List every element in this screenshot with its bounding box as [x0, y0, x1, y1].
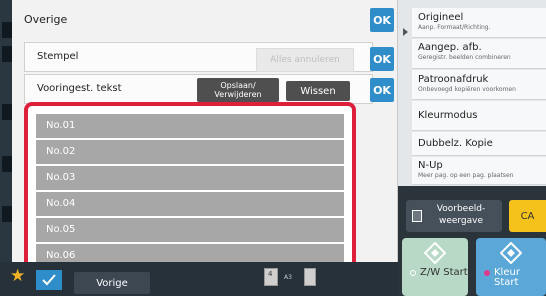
- bw-start-button[interactable]: Z/W Start: [402, 238, 468, 296]
- preset-list: No.01 No.02 No.03 No.04 No.05 No.06: [24, 102, 356, 274]
- chevron-right-icon: [403, 28, 408, 36]
- start-diamond-icon: [424, 242, 446, 264]
- start-diamond-icon: [500, 242, 522, 264]
- checkmark-icon: [42, 274, 56, 286]
- preview-button[interactable]: Voorbeeld-weergave: [406, 200, 502, 232]
- color-start-label: Kleur Start: [494, 267, 520, 288]
- menu-item-subtitle: Meer pag. op een pag. plaatsen: [418, 172, 514, 179]
- bw-start-label: Z/W Start: [420, 267, 468, 278]
- menu-item-subtitle: Geregistr. beelden combineren: [418, 54, 511, 61]
- menu-item-aangep-afb[interactable]: Aangep. afb. Geregistr. beelden combiner…: [412, 39, 546, 69]
- menu-item-kleurmodus[interactable]: Kleurmodus: [412, 101, 546, 131]
- preview-icon: [412, 210, 422, 222]
- list-item[interactable]: No.01: [36, 114, 344, 138]
- menu-item-n-up[interactable]: N-Up Meer pag. op een pag. plaatsen: [412, 157, 546, 185]
- checkmark-button[interactable]: [36, 270, 62, 290]
- menu-item-title: Kleurmodus: [418, 110, 478, 121]
- menu-item-title: N-Up: [418, 160, 443, 171]
- cancel-all-button[interactable]: Alles annuleren: [256, 48, 354, 72]
- back-button[interactable]: Vorige: [74, 272, 150, 294]
- dialog-ok-button[interactable]: OK: [370, 8, 394, 32]
- save-delete-button[interactable]: Opslaan/ Verwijderen: [197, 78, 279, 102]
- menu-item-origineel[interactable]: Origineel Aanp. Formaat/Richting.: [412, 8, 546, 38]
- paper-count: 4: [268, 270, 273, 278]
- list-item[interactable]: No.04: [36, 192, 344, 216]
- color-indicator-icon: [484, 270, 490, 276]
- bottom-bar: ★ Vorige 4 A3: [0, 262, 398, 296]
- menu-item-dubbelz-kopie[interactable]: Dubbelz. Kopie: [412, 132, 546, 156]
- menu-item-title: Origineel: [418, 12, 464, 23]
- menu-item-patroonafdruk[interactable]: Patroonafdruk Onbevoegd kopiëren voorkom…: [412, 70, 546, 100]
- paper-size: A3: [284, 274, 292, 281]
- list-item[interactable]: No.05: [36, 218, 344, 242]
- stempel-ok-button[interactable]: OK: [370, 47, 394, 71]
- paper-status: 4 A3: [264, 266, 320, 292]
- star-icon[interactable]: ★: [10, 268, 25, 285]
- menu-item-title: Patroonafdruk: [418, 74, 489, 85]
- menu-item-title: Aangep. afb.: [418, 42, 482, 53]
- ca-button[interactable]: CA: [509, 200, 546, 232]
- dialog-title: Overige: [24, 13, 68, 26]
- paper-output-icon: [304, 268, 316, 286]
- preset-ok-button[interactable]: OK: [370, 78, 394, 102]
- preset-text-label: Vooringest. tekst: [37, 83, 122, 94]
- back-label: Vorige: [96, 277, 128, 289]
- list-item[interactable]: No.02: [36, 140, 344, 164]
- menu-item-title: Dubbelz. Kopie: [418, 138, 493, 149]
- menu-item-subtitle: Aanp. Formaat/Richting.: [418, 24, 491, 31]
- menu-item-subtitle: Onbevoegd kopiëren voorkomen: [418, 86, 516, 93]
- start-indicator-icon: [410, 270, 416, 276]
- stempel-label: Stempel: [37, 51, 79, 62]
- color-start-button[interactable]: Kleur Start: [476, 238, 546, 296]
- list-item[interactable]: No.03: [36, 166, 344, 190]
- wissen-button[interactable]: Wissen: [286, 81, 350, 101]
